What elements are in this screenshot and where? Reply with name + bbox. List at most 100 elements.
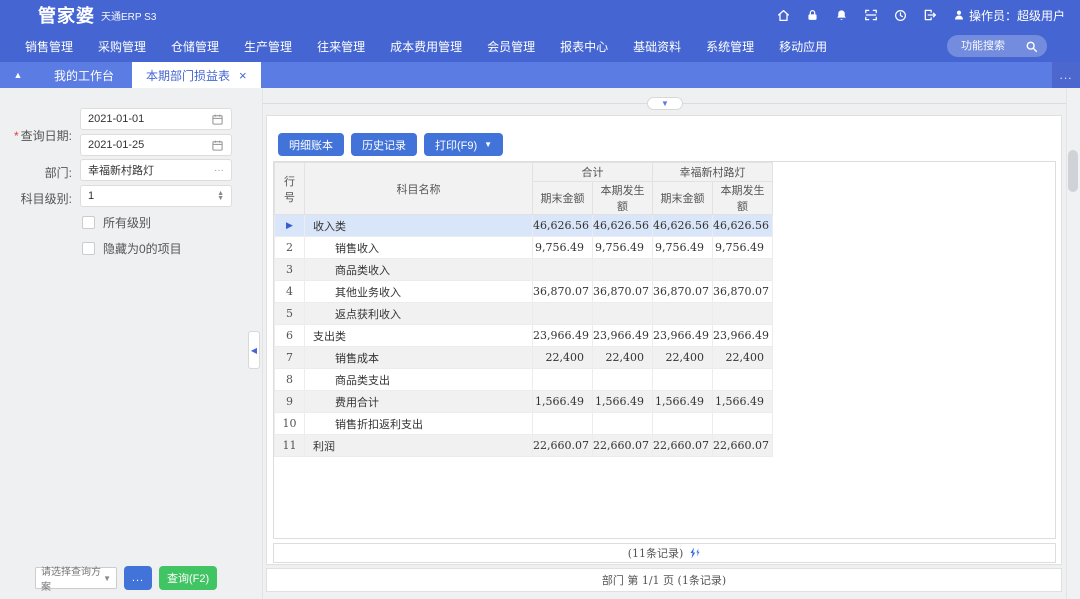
amount-cell: 36,870.07 — [653, 281, 713, 303]
nav-item[interactable]: 采购管理 — [98, 38, 146, 55]
table-row[interactable]: 3商品类收入 — [275, 259, 773, 281]
subject-name: 利润 — [305, 435, 533, 457]
amount-cell: 9,756.49 — [533, 237, 593, 259]
checkbox-unchecked[interactable] — [82, 242, 95, 255]
collapse-panel-handle[interactable]: ◀ — [248, 331, 260, 369]
nav-item[interactable]: 销售管理 — [25, 38, 73, 55]
amount-cell: 9,756.49 — [593, 237, 653, 259]
table-row[interactable]: 7销售成本22,40022,40022,40022,400 — [275, 347, 773, 369]
history-button[interactable]: 历史记录 — [351, 133, 417, 156]
lock-icon[interactable] — [806, 9, 819, 22]
home-icon[interactable] — [777, 9, 790, 22]
col-total-period[interactable]: 本期发生额 — [593, 182, 653, 215]
vertical-scrollbar[interactable] — [1066, 88, 1080, 599]
scheme-more-button[interactable]: ... — [124, 566, 152, 590]
col-dept-ending[interactable]: 期末金额 — [653, 182, 713, 215]
dept-label: 部门: — [0, 164, 72, 181]
table-row[interactable]: 11利润22,660.0722,660.0722,660.0722,660.07 — [275, 435, 773, 457]
chevron-up-icon[interactable]: ▲ — [0, 62, 36, 88]
nav-item[interactable]: 往来管理 — [317, 38, 365, 55]
checkbox-unchecked[interactable] — [82, 216, 95, 229]
hide-zero-checkbox-row[interactable]: 隐藏为0的项目 — [82, 240, 182, 257]
table-row[interactable]: 9费用合计1,566.491,566.491,566.491,566.49 — [275, 391, 773, 413]
detail-ledger-button[interactable]: 明细账本 — [278, 133, 344, 156]
tab-overflow-button[interactable]: ... — [1052, 62, 1080, 88]
table-row[interactable]: 4其他业务收入36,870.0736,870.0736,870.0736,870… — [275, 281, 773, 303]
tab-dept-profit-report[interactable]: 本期部门损益表 × — [132, 62, 261, 88]
col-subject[interactable]: 科目名称 — [305, 163, 533, 215]
table-row[interactable]: ▶收入类46,626.5646,626.5646,626.5646,626.56 — [275, 215, 773, 237]
col-row-no[interactable]: 行号 — [275, 163, 305, 215]
amount-cell: 22,400 — [533, 347, 593, 369]
amount-cell: 36,870.07 — [593, 281, 653, 303]
subject-name: 其他业务收入 — [305, 281, 533, 303]
date-to-field[interactable]: 2021-01-25 — [80, 134, 232, 156]
row-number: 5 — [275, 303, 305, 325]
col-total-ending[interactable]: 期末金额 — [533, 182, 593, 215]
ellipsis-icon[interactable]: ··· — [214, 165, 224, 176]
nav-item[interactable]: 仓储管理 — [171, 38, 219, 55]
scrollbar-thumb[interactable] — [1068, 150, 1078, 192]
arrow-down-icon[interactable]: ▼ — [217, 196, 224, 201]
print-button[interactable]: 打印(F9) ▼ — [424, 133, 503, 156]
nav-item[interactable]: 生产管理 — [244, 38, 292, 55]
amount-cell: 22,660.07 — [653, 435, 713, 457]
report-card: 明细账本 历史记录 打印(F9) ▼ 行号 科目名称 合计 幸福新村路灯 期末金… — [266, 115, 1062, 565]
nav-item[interactable]: 移动应用 — [779, 38, 827, 55]
all-levels-checkbox-row[interactable]: 所有级别 — [82, 214, 151, 231]
nav-item[interactable]: 报表中心 — [560, 38, 608, 55]
nav-item[interactable]: 会员管理 — [487, 38, 535, 55]
col-dept-period[interactable]: 本期发生额 — [713, 182, 773, 215]
search-icon[interactable] — [1025, 40, 1038, 53]
records-count: (11条记录) — [628, 545, 684, 561]
tab-workbench[interactable]: 我的工作台 — [36, 62, 132, 88]
query-scheme-select[interactable]: 请选择查询方案 ▼ — [35, 567, 117, 589]
amount-cell — [593, 259, 653, 281]
amount-cell: 46,626.56 — [653, 215, 713, 237]
stepper-arrows[interactable]: ▲▼ — [217, 191, 224, 201]
app-logo: 管家婆 — [38, 2, 95, 28]
function-search[interactable] — [947, 35, 1047, 57]
query-date-label: *查询日期: — [0, 127, 72, 144]
amount-cell: 22,400 — [713, 347, 773, 369]
table-row[interactable]: 8商品类支出 — [275, 369, 773, 391]
chevron-left-icon: ◀ — [251, 346, 257, 355]
date-from-field[interactable]: 2021-01-01 — [80, 108, 232, 130]
nav-item[interactable]: 成本费用管理 — [390, 38, 462, 55]
clock-icon[interactable] — [894, 9, 907, 22]
col-group-total[interactable]: 合计 — [533, 163, 653, 182]
amount-cell — [653, 413, 713, 435]
table-row[interactable]: 6支出类23,966.4923,966.4923,966.4923,966.49 — [275, 325, 773, 347]
calendar-icon[interactable] — [211, 113, 224, 126]
dept-field[interactable]: 幸福新村路灯 ··· — [80, 159, 232, 181]
report-table-body: ▶收入类46,626.5646,626.5646,626.5646,626.56… — [275, 215, 773, 457]
close-icon[interactable]: × — [239, 69, 247, 82]
operator-info[interactable]: 操作员：超级用户 — [953, 7, 1065, 24]
nav-item[interactable]: 基础资料 — [633, 38, 681, 55]
nav-menu: 销售管理 采购管理 仓储管理 生产管理 往来管理 成本费用管理 会员管理 报表中心 基础资料 系统… — [0, 38, 827, 55]
search-input[interactable] — [961, 40, 1025, 52]
table-row[interactable]: 5返点获利收入 — [275, 303, 773, 325]
chevron-down-icon: ▼ — [661, 100, 669, 108]
logout-icon[interactable] — [923, 8, 937, 22]
refresh-icon[interactable] — [689, 547, 701, 559]
table-row[interactable]: 2销售收入9,756.499,756.499,756.499,756.49 — [275, 237, 773, 259]
scan-icon[interactable] — [864, 8, 878, 22]
calendar-icon[interactable] — [211, 139, 224, 152]
subject-level-stepper[interactable]: 1 ▲▼ — [80, 185, 232, 207]
bell-icon[interactable] — [835, 9, 848, 22]
table-row[interactable]: 10销售折扣返利支出 — [275, 413, 773, 435]
amount-cell: 1,566.49 — [533, 391, 593, 413]
row-number: 2 — [275, 237, 305, 259]
col-group-dept[interactable]: 幸福新村路灯 — [653, 163, 773, 182]
amount-cell: 1,566.49 — [653, 391, 713, 413]
report-table: 行号 科目名称 合计 幸福新村路灯 期末金额 本期发生额 期末金额 本期发生额 … — [274, 162, 773, 457]
dept-pager-bar[interactable]: 部门 第 1/1 页 (1条记录) — [266, 568, 1062, 592]
amount-cell: 1,566.49 — [713, 391, 773, 413]
amount-cell: 23,966.49 — [713, 325, 773, 347]
amount-cell — [713, 413, 773, 435]
nav-item[interactable]: 系统管理 — [706, 38, 754, 55]
amount-cell: 46,626.56 — [533, 215, 593, 237]
query-button[interactable]: 查询(F2) — [159, 566, 217, 590]
collapse-filters-button[interactable]: ▼ — [647, 97, 683, 110]
